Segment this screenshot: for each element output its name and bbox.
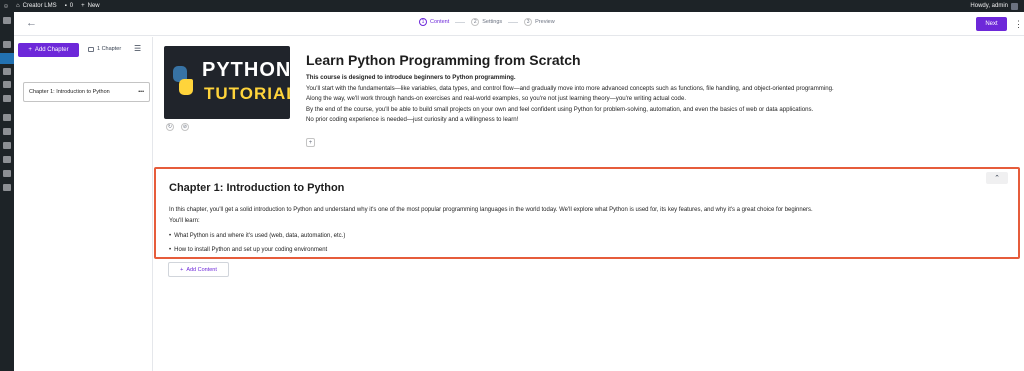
settings-icon[interactable]: [3, 170, 11, 177]
add-content-label: Add Content: [186, 266, 217, 273]
thumbnail-subtitle: TUTORIAL: [204, 84, 290, 103]
step-indicator: 1 Content 2 Settings 3 Preview: [419, 18, 555, 26]
wordpress-logo-icon[interactable]: W: [0, 0, 12, 12]
sidebar-item-label: Chapter 1: Introduction to Python: [29, 89, 110, 95]
book-icon: [88, 46, 94, 52]
site-name-label: Creator LMS: [22, 3, 57, 9]
chapter-bullet-list: What Python is and where it's used (web,…: [169, 229, 345, 257]
course-builder: ← 1 Content 2 Settings 3 Preview Next ⋮ …: [14, 12, 1024, 371]
course-title[interactable]: Learn Python Programming from Scratch: [306, 52, 581, 68]
collapse-chapter-icon[interactable]: ⌃: [986, 172, 1008, 184]
step-number: 2: [471, 18, 480, 26]
chapter-learn-label: You'll learn:: [169, 218, 200, 224]
description-line: No prior coding experience is needed—jus…: [306, 116, 519, 123]
step-preview[interactable]: 3 Preview: [524, 18, 555, 26]
comments-count: 0: [69, 3, 74, 9]
step-number: 1: [419, 18, 427, 26]
home-icon: ⌂: [16, 3, 20, 9]
description-line: By the end of the course, you'll be able…: [306, 105, 814, 113]
chapter-card: Chapter 1: Introduction to Python ⌃ In t…: [154, 167, 1020, 259]
add-chapter-label: Add Chapter: [34, 47, 69, 53]
sidebar-item-chapter-1[interactable]: Chapter 1: Introduction to Python •••: [23, 82, 150, 102]
account-menu[interactable]: Howdy, admin: [966, 0, 1024, 12]
description-line: Along the way, we'll work through hands-…: [306, 95, 687, 102]
course-description[interactable]: This course is designed to introduce beg…: [306, 73, 1016, 126]
more-options-icon[interactable]: ⋮: [1014, 17, 1023, 31]
builder-header: ← 1 Content 2 Settings 3 Preview Next ⋮: [14, 12, 1024, 36]
add-block-button[interactable]: +: [306, 138, 315, 147]
chapter-title[interactable]: Chapter 1: Introduction to Python: [169, 182, 344, 194]
avatar: [1011, 2, 1018, 10]
site-name-link[interactable]: ⌂ Creator LMS: [12, 0, 61, 12]
appearance-icon[interactable]: [3, 114, 11, 121]
users-icon[interactable]: [3, 142, 11, 149]
course-thumbnail[interactable]: PYTHON TUTORIAL: [164, 46, 290, 119]
collapse-all-icon[interactable]: ☰: [134, 44, 141, 53]
add-chapter-button[interactable]: + Add Chapter: [18, 43, 79, 57]
thumbnail-actions: ↻ ⊘: [166, 123, 189, 131]
thumbnail-title: PYTHON: [202, 59, 290, 81]
chapter-count: 1 Chapter: [88, 46, 121, 52]
collapse-menu-icon[interactable]: [3, 184, 11, 191]
admin-sidebar: [0, 12, 14, 371]
step-number: 3: [524, 18, 533, 26]
plus-icon: +: [180, 266, 184, 273]
step-label: Settings: [482, 19, 503, 25]
replace-image-icon[interactable]: ↻: [166, 123, 174, 131]
list-item: How to install Python and set up your co…: [169, 243, 345, 257]
new-content-link[interactable]: + New: [77, 0, 104, 12]
delete-image-icon[interactable]: ⊘: [181, 123, 189, 131]
new-label: New: [87, 3, 100, 9]
next-button[interactable]: Next: [976, 17, 1007, 31]
tools-icon[interactable]: [3, 156, 11, 163]
description-line: You'll start with the fundamentals—like …: [306, 84, 834, 92]
list-item: What Python is and where it's used (web,…: [169, 229, 345, 243]
add-content-button[interactable]: + Add Content: [168, 262, 229, 277]
step-divider: [455, 21, 466, 23]
step-content[interactable]: 1 Content: [419, 18, 449, 26]
back-arrow-icon[interactable]: ←: [26, 17, 37, 29]
dashboard-icon[interactable]: [3, 17, 11, 24]
description-lead: This course is designed to introduce beg…: [306, 74, 516, 81]
chapter-sidebar: + Add Chapter 1 Chapter ☰ Chapter 1: Int…: [14, 37, 153, 371]
content-area: PYTHON TUTORIAL ↻ ⊘ Learn Python Program…: [154, 37, 1024, 371]
chapter-intro-text: In this chapter, you'll get a solid intr…: [169, 207, 813, 213]
plus-icon: +: [81, 3, 85, 9]
more-options-icon[interactable]: •••: [138, 89, 144, 95]
media-icon[interactable]: [3, 68, 11, 75]
greeting-label: Howdy, admin: [970, 3, 1008, 9]
chapter-intro[interactable]: In this chapter, you'll get a solid intr…: [169, 205, 1009, 227]
step-label: Preview: [535, 19, 555, 25]
step-settings[interactable]: 2 Settings: [471, 18, 502, 26]
comments-link[interactable]: ▪ 0: [61, 0, 77, 12]
comments-icon[interactable]: [3, 95, 11, 102]
lms-icon[interactable]: [0, 53, 14, 64]
posts-icon[interactable]: [3, 41, 11, 48]
plugins-icon[interactable]: [3, 128, 11, 135]
step-divider: [508, 21, 519, 23]
pages-icon[interactable]: [3, 81, 11, 88]
chapter-count-label: 1 Chapter: [97, 46, 122, 52]
python-logo-icon: [171, 66, 195, 96]
admin-bar: W ⌂ Creator LMS ▪ 0 + New Howdy, admin: [0, 0, 1024, 12]
comment-icon: ▪: [64, 3, 67, 9]
step-label: Content: [430, 19, 450, 25]
plus-icon: +: [28, 47, 32, 53]
